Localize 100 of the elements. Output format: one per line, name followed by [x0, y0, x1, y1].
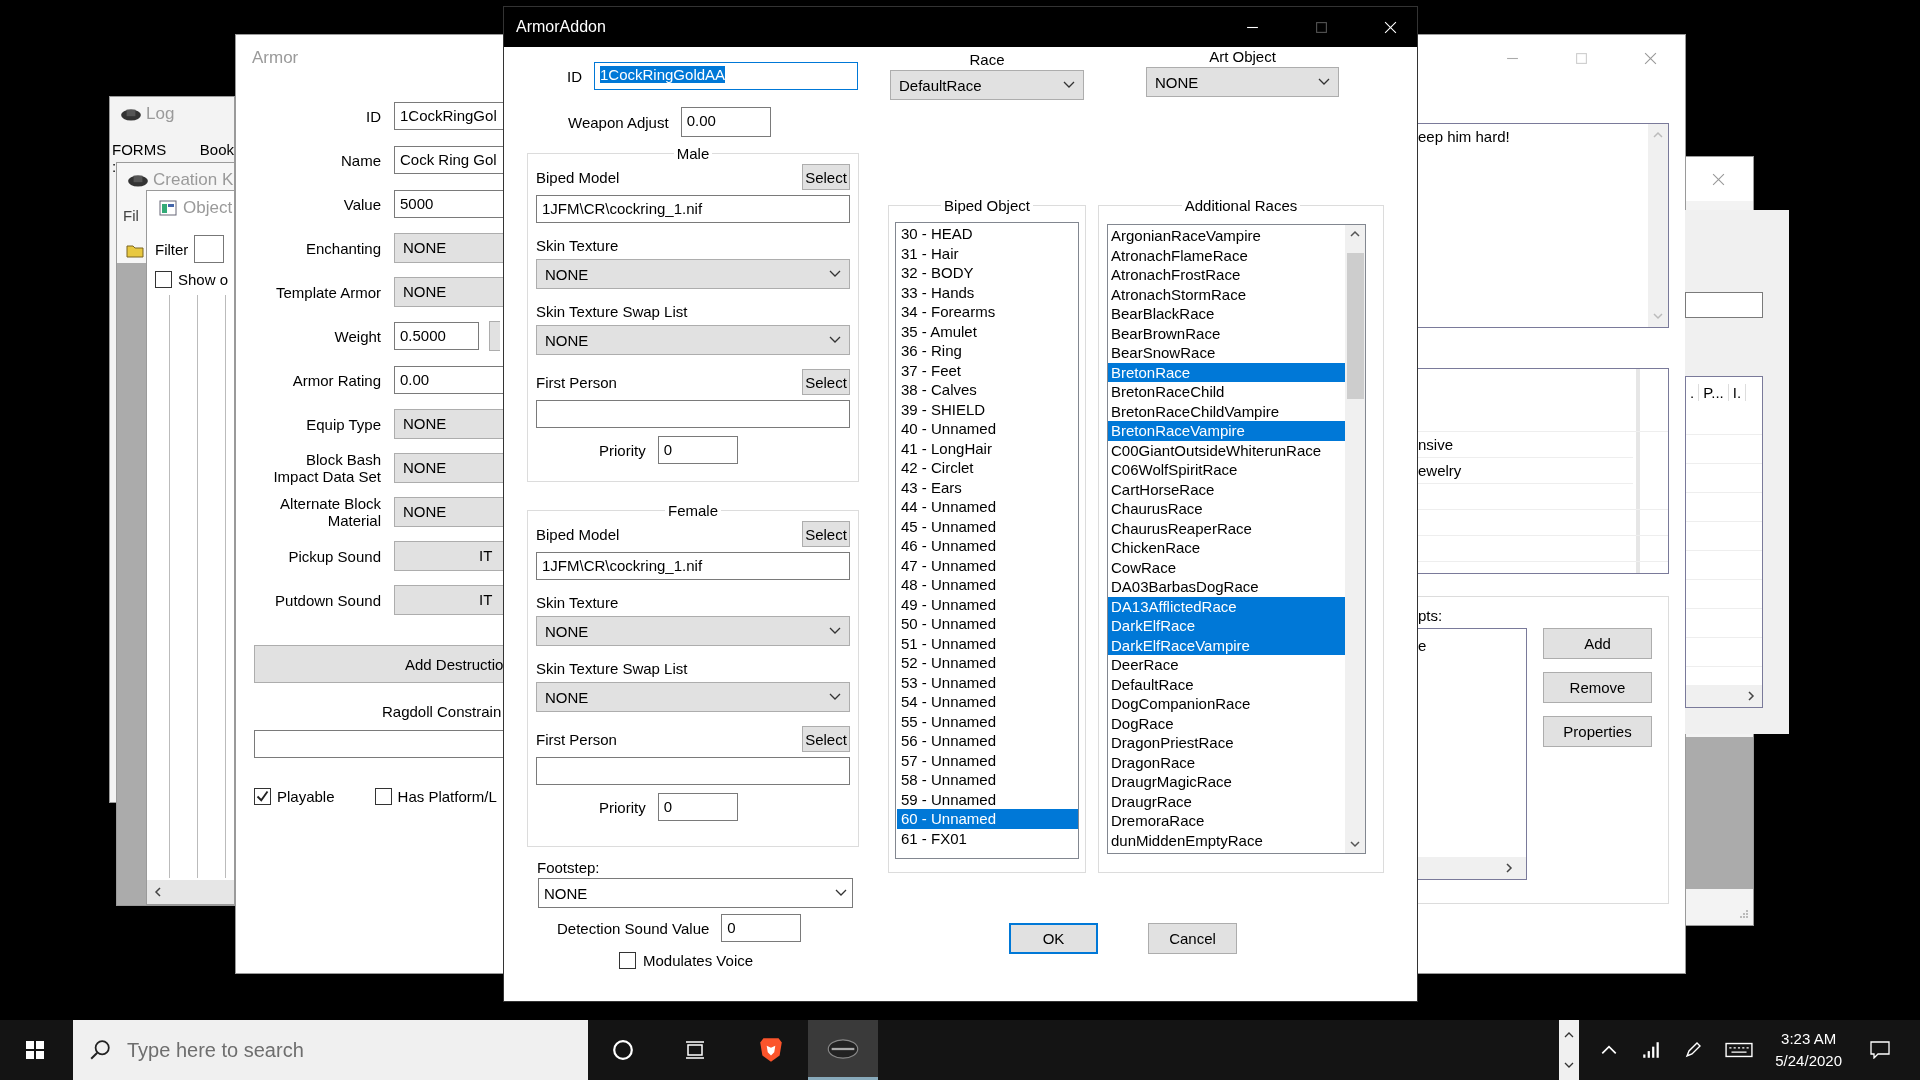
notification-icon[interactable] [1870, 1041, 1890, 1059]
list-item[interactable]: 43 - Ears [897, 477, 1078, 497]
keyboard-icon[interactable] [1725, 1041, 1754, 1059]
list-item[interactable]: 47 - Unnamed [897, 555, 1078, 575]
list-item[interactable]: 58 - Unnamed [897, 770, 1078, 790]
list-item[interactable]: DogCompanionRace [1108, 694, 1346, 714]
scroll-right-icon[interactable] [1746, 691, 1756, 701]
list-item[interactable]: 31 - Hair [897, 243, 1078, 263]
art-object-dropdown[interactable]: NONE [1146, 67, 1339, 97]
list-item[interactable]: C06WolfSpiritRace [1108, 460, 1346, 480]
menu-item[interactable]: Fil [123, 207, 139, 224]
skin-texture-dropdown[interactable]: NONE [536, 616, 850, 646]
list-item[interactable]: ChaurusReaperRace [1108, 518, 1346, 538]
list-item[interactable]: BearBrownRace [1108, 323, 1346, 343]
text-field[interactable] [1685, 292, 1763, 318]
id-field[interactable]: 1CockRingGoldAA [594, 62, 858, 90]
list-item[interactable]: DraugrRace [1108, 791, 1346, 811]
windows-start-icon[interactable] [25, 1040, 45, 1060]
checkbox[interactable] [374, 788, 392, 805]
list-item[interactable]: DarkElfRace [1108, 616, 1346, 636]
list-item[interactable]: 42 - Circlet [897, 458, 1078, 478]
description-field[interactable]: eep him hard! [1417, 123, 1669, 328]
checkbox[interactable] [155, 271, 172, 288]
list-item[interactable]: 45 - Unnamed [897, 516, 1078, 536]
clock-time[interactable]: 3:23 AM [1781, 1028, 1837, 1050]
list-item[interactable]: DragonRace [1108, 752, 1346, 772]
text-field[interactable]: 0.5000 [394, 322, 479, 350]
list-item[interactable]: 48 - Unnamed [897, 575, 1078, 595]
scroll-up-icon[interactable] [1564, 1031, 1575, 1039]
list-item[interactable]: 46 - Unnamed [897, 536, 1078, 556]
ok-button[interactable]: OK [1009, 923, 1098, 954]
scrollbar[interactable] [1345, 225, 1365, 853]
list-item[interactable]: C00GiantOutsideWhiterunRace [1108, 440, 1346, 460]
cancel-button[interactable]: Cancel [1148, 923, 1237, 954]
footstep-dropdown[interactable]: NONE [538, 878, 853, 908]
priority-field[interactable]: 0 [657, 793, 738, 821]
list-item[interactable]: 51 - Unnamed [897, 633, 1078, 653]
swap-list-dropdown[interactable]: NONE [536, 682, 850, 712]
scroll-thumb[interactable] [1346, 253, 1364, 399]
race-dropdown[interactable]: DefaultRace [890, 70, 1084, 100]
scroll-down-icon[interactable] [1564, 1061, 1575, 1069]
model-path-field[interactable]: 1JFM\CR\cockring_1.nif [536, 552, 850, 580]
search-field[interactable]: Type here to search [73, 1020, 588, 1080]
resize-grip-icon[interactable] [1739, 909, 1749, 919]
column-header[interactable]: . [1686, 383, 1700, 401]
list-item[interactable]: 34 - Forearms [897, 302, 1078, 322]
list-item[interactable]: 32 - BODY [897, 263, 1078, 283]
swap-list-dropdown[interactable]: NONE [536, 325, 850, 355]
scroll-down-icon[interactable] [1350, 839, 1361, 849]
list-item[interactable]: 55 - Unnamed [897, 711, 1078, 731]
list-item[interactable]: ChaurusRace [1108, 499, 1346, 519]
select-button[interactable]: Select [802, 164, 850, 190]
checkbox[interactable] [254, 788, 271, 805]
scroll-right-icon[interactable] [1504, 863, 1514, 873]
first-person-field[interactable] [536, 757, 850, 785]
select-button[interactable]: Select [802, 726, 850, 752]
list-item[interactable]: DremoraRace [1108, 811, 1346, 831]
filter-field[interactable] [194, 235, 225, 263]
list-item[interactable]: DA13AfflictedRace [1108, 596, 1346, 616]
first-person-field[interactable] [536, 400, 850, 428]
list-item[interactable]: 40 - Unnamed [897, 419, 1078, 439]
list-item[interactable]: 54 - Unnamed [897, 692, 1078, 712]
checkbox[interactable] [619, 952, 636, 969]
list-item[interactable]: 60 - Unnamed [897, 809, 1078, 829]
list-item[interactable]: ArgonianRaceVampire [1108, 226, 1346, 246]
taskbar-app[interactable] [808, 1020, 878, 1080]
select-button[interactable]: Select [802, 521, 850, 547]
scrollbar[interactable] [1686, 685, 1762, 707]
list-item[interactable]: CartHorseRace [1108, 479, 1346, 499]
list-item[interactable]: 56 - Unnamed [897, 731, 1078, 751]
list-item[interactable]: BretonRace [1108, 362, 1346, 382]
scrollbar[interactable] [1418, 857, 1526, 879]
weapon-adjust-field[interactable]: 0.00 [680, 107, 771, 137]
skin-texture-dropdown[interactable]: NONE [536, 259, 850, 289]
list-item[interactable]: 37 - Feet [897, 360, 1078, 380]
list-item[interactable]: 33 - Hands [897, 282, 1078, 302]
script-item[interactable]: e [1418, 637, 1427, 654]
list-item[interactable]: AtronachFrostRace [1108, 265, 1346, 285]
list-item[interactable]: AtronachFlameRace [1108, 245, 1346, 265]
clock-date[interactable]: 5/24/2020 [1775, 1050, 1842, 1072]
list-item[interactable]: BretonRaceChild [1108, 382, 1346, 402]
list-item[interactable]: 38 - Calves [897, 380, 1078, 400]
column-header[interactable]: P... [1699, 383, 1729, 401]
priority-field[interactable]: 0 [657, 436, 738, 464]
column-header[interactable]: I. [1728, 383, 1747, 401]
list-item[interactable]: 35 - Amulet [897, 321, 1078, 341]
script-button[interactable]: Properties [1543, 716, 1652, 747]
list-item[interactable]: DeerRace [1108, 655, 1346, 675]
list-item[interactable]: DarkElfRaceVampire [1108, 635, 1346, 655]
scroll-control[interactable] [1559, 1020, 1580, 1080]
folder-icon[interactable] [126, 244, 144, 258]
list-item[interactable]: 36 - Ring [897, 341, 1078, 361]
list-item[interactable]: 50 - Unnamed [897, 614, 1078, 634]
model-path-field[interactable]: 1JFM\CR\cockring_1.nif [536, 195, 850, 223]
list-item[interactable]: 52 - Unnamed [897, 653, 1078, 673]
wifi-icon[interactable] [1641, 1041, 1662, 1059]
list-item[interactable]: 59 - Unnamed [897, 789, 1078, 809]
list-item[interactable]: 30 - HEAD [897, 224, 1078, 244]
list-item[interactable]: 41 - LongHair [897, 438, 1078, 458]
task-view-icon[interactable] [684, 1039, 706, 1061]
